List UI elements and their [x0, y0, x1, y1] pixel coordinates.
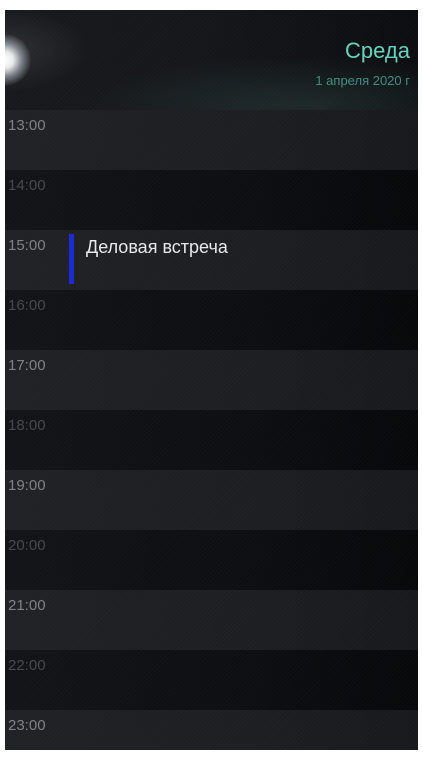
day-name-title: Среда [345, 38, 410, 63]
hour-label: 22:00 [8, 657, 46, 674]
hour-slot-23[interactable]: 23:00 [5, 710, 418, 750]
hour-slot-13[interactable]: 13:00 [5, 110, 418, 170]
day-header: Среда 1 апреля 2020 г [5, 10, 418, 110]
hour-timeline[interactable]: 13:00 14:00 15:00 Деловая встреча 16:00 … [5, 110, 418, 750]
hour-slot-15[interactable]: 15:00 Деловая встреча [5, 230, 418, 290]
hour-label: 20:00 [8, 537, 46, 554]
date-subtitle: 1 апреля 2020 г [315, 73, 410, 88]
ambient-glow-icon [5, 34, 31, 86]
day-view-panel: Среда 1 апреля 2020 г 13:00 14:00 15:00 … [5, 10, 418, 750]
hour-slot-19[interactable]: 19:00 [5, 470, 418, 530]
hour-slot-17[interactable]: 17:00 [5, 350, 418, 410]
hour-slot-18[interactable]: 18:00 [5, 410, 418, 470]
hour-label: 17:00 [8, 357, 46, 374]
hour-slot-22[interactable]: 22:00 [5, 650, 418, 710]
hour-slot-14[interactable]: 14:00 [5, 170, 418, 230]
hour-label: 15:00 [8, 237, 46, 254]
hour-label: 16:00 [8, 297, 46, 314]
hour-slot-16[interactable]: 16:00 [5, 290, 418, 350]
hour-label: 21:00 [8, 597, 46, 614]
hour-label: 19:00 [8, 477, 46, 494]
event-title: Деловая встреча [86, 237, 228, 257]
hour-label: 18:00 [8, 417, 46, 434]
hour-label: 23:00 [8, 717, 46, 734]
event-color-bar [69, 234, 74, 284]
hour-slot-20[interactable]: 20:00 [5, 530, 418, 590]
hour-label: 13:00 [8, 117, 46, 134]
calendar-event[interactable]: Деловая встреча [69, 234, 399, 284]
hour-label: 14:00 [8, 177, 46, 194]
hour-slot-21[interactable]: 21:00 [5, 590, 418, 650]
screen: Среда 1 апреля 2020 г 13:00 14:00 15:00 … [0, 0, 423, 760]
